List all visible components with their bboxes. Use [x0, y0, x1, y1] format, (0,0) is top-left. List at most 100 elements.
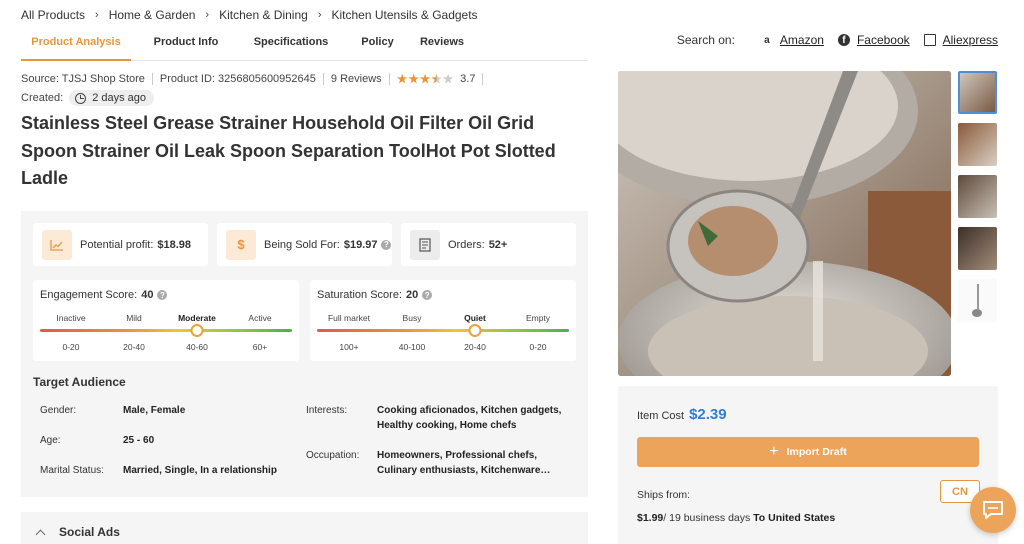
thumbnail-1[interactable]: [958, 71, 997, 114]
rating-value: 3.7: [460, 73, 476, 85]
analysis-panel: Potential profit: $18.98 $ Being Sold For…: [21, 211, 588, 497]
ships-from-label: Ships from:: [637, 489, 691, 501]
help-icon[interactable]: ?: [422, 290, 433, 300]
facebook-icon: f: [837, 34, 850, 46]
clock-icon: [75, 92, 87, 104]
engagement-level-moderate: Moderate: [178, 313, 216, 323]
chevron-up-icon[interactable]: [35, 529, 46, 539]
product-title: Stainless Steel Grease Strainer Househol…: [21, 113, 556, 188]
search-aliexpress-link[interactable]: Aliexpress: [923, 33, 998, 47]
facebook-link-text[interactable]: Facebook: [857, 33, 910, 47]
created-badge: 2 days ago: [69, 90, 155, 106]
aliexpress-link-text[interactable]: Aliexpress: [943, 33, 998, 47]
created-label: Created:: [21, 92, 64, 104]
chat-icon: [983, 501, 1003, 519]
breadcrumb-item-all-products[interactable]: All Products: [21, 8, 85, 22]
engagement-range: 0-20: [62, 342, 80, 352]
item-cost: Item Cost $2.39: [637, 406, 727, 423]
product-main-image[interactable]: [618, 71, 951, 376]
thumbnail-2[interactable]: [958, 123, 997, 166]
ship-price: $1.99: [637, 512, 664, 524]
reviews-count[interactable]: 9 Reviews: [331, 73, 382, 85]
saturation-level-empty: Empty: [525, 313, 551, 323]
occupation-line: Culinary enthusiasts, Kitchenware…: [377, 465, 551, 476]
help-icon[interactable]: ?: [157, 290, 168, 300]
saturation-level-full: Full market: [327, 313, 371, 323]
plus-icon: +: [769, 443, 779, 460]
import-draft-label: Import Draft: [786, 446, 847, 458]
engagement-value: 40: [141, 289, 154, 301]
social-ads-label: Social Ads: [59, 525, 120, 539]
ship-days: / 19 business days: [663, 512, 751, 524]
tab-reviews[interactable]: Reviews: [414, 31, 470, 61]
gender-value: Male, Female: [123, 405, 186, 416]
created-row: Created: 2 days ago: [21, 90, 155, 106]
orders-card: Orders: 52+: [401, 223, 576, 266]
chat-button[interactable]: [970, 487, 1016, 533]
gender-label: Gender:: [40, 405, 77, 416]
marital-label: Marital Status:: [40, 465, 104, 476]
interests-label: Interests:: [306, 405, 348, 416]
tab-product-analysis[interactable]: Product Analysis: [21, 31, 131, 61]
orders-value: 52+: [488, 238, 508, 251]
search-amazon-link[interactable]: a Amazon: [761, 33, 824, 47]
breadcrumb-item-kitchen-dining[interactable]: Kitchen & Dining: [219, 8, 308, 22]
engagement-label: Engagement Score:: [40, 289, 138, 301]
orders-label: Orders:: [448, 238, 485, 251]
dollar-icon: $: [226, 229, 256, 260]
rating-stars: [396, 73, 455, 85]
interests-line: Cooking aficionados, Kitchen gadgets,: [377, 405, 562, 416]
thumbnail-3[interactable]: [958, 175, 997, 218]
trend-chart-icon: [42, 229, 72, 260]
saturation-level-busy: Busy: [402, 313, 422, 323]
engagement-score-card: Engagement Score: 40 ? Inactive Mild Mode…: [33, 280, 299, 361]
engagement-range: 20-40: [123, 342, 145, 352]
profit-label: Potential profit:: [80, 238, 154, 251]
divider: [322, 73, 324, 85]
amazon-link-text[interactable]: Amazon: [780, 33, 824, 47]
thumbnail-4[interactable]: [958, 227, 997, 270]
sold-value: $19.97: [343, 238, 378, 251]
mail-icon: [923, 34, 936, 46]
target-audience-title: Target Audience: [33, 375, 126, 389]
help-icon[interactable]: ?: [381, 239, 392, 250]
engagement-level-mild: Mild: [126, 313, 142, 323]
breadcrumb-item-home-garden[interactable]: Home & Garden: [109, 8, 196, 22]
document-icon: [410, 229, 440, 260]
search-facebook-link[interactable]: f Facebook: [837, 33, 910, 47]
saturation-range: 40-100: [398, 342, 426, 352]
price-panel: Item Cost $2.39 + Import Draft Ships fro…: [618, 386, 998, 544]
source-text: Source: TJSJ Shop Store: [21, 73, 145, 85]
divider: [482, 73, 484, 85]
occupation-label: Occupation:: [306, 450, 360, 461]
engagement-header: Engagement Score: 40 ?: [40, 289, 168, 301]
saturation-slider-knob: [468, 324, 482, 337]
saturation-value: 20: [406, 289, 419, 301]
product-meta: Source: TJSJ Shop Store Product ID: 3256…: [21, 73, 490, 85]
thumbnail-list: [958, 71, 998, 331]
chevron-right-icon: ›: [317, 9, 322, 21]
sold-card: $ Being Sold For: $19.97 ?: [217, 223, 392, 266]
breadcrumb-item-kitchen-utensils[interactable]: Kitchen Utensils & Gadgets: [331, 8, 477, 22]
import-draft-button[interactable]: + Import Draft: [637, 437, 979, 467]
engagement-level-active: Active: [248, 313, 272, 323]
tab-specifications[interactable]: Specifications: [241, 31, 341, 61]
engagement-range: 60+: [252, 342, 268, 352]
tab-bar: Product Analysis Product Info Specificat…: [21, 31, 588, 61]
occupation-line: Homeowners, Professional chefs,: [377, 450, 538, 461]
star-icon: [419, 73, 431, 84]
divider: [151, 73, 153, 85]
divider: [388, 73, 390, 85]
search-on-bar: Search on: a Amazon f Facebook Aliexpres…: [677, 33, 998, 47]
saturation-range: 0-20: [529, 342, 547, 352]
tab-policy[interactable]: Policy: [341, 31, 414, 61]
profit-card: Potential profit: $18.98: [33, 223, 208, 266]
tab-product-info[interactable]: Product Info: [131, 31, 241, 61]
star-icon: [442, 73, 454, 84]
social-ads-section[interactable]: Social Ads: [21, 512, 588, 544]
engagement-gradient-bar: [40, 329, 292, 332]
thumbnail-5[interactable]: [958, 279, 997, 322]
star-icon: [431, 73, 442, 84]
chevron-right-icon: ›: [95, 9, 99, 21]
profit-value: $18.98: [157, 238, 192, 251]
